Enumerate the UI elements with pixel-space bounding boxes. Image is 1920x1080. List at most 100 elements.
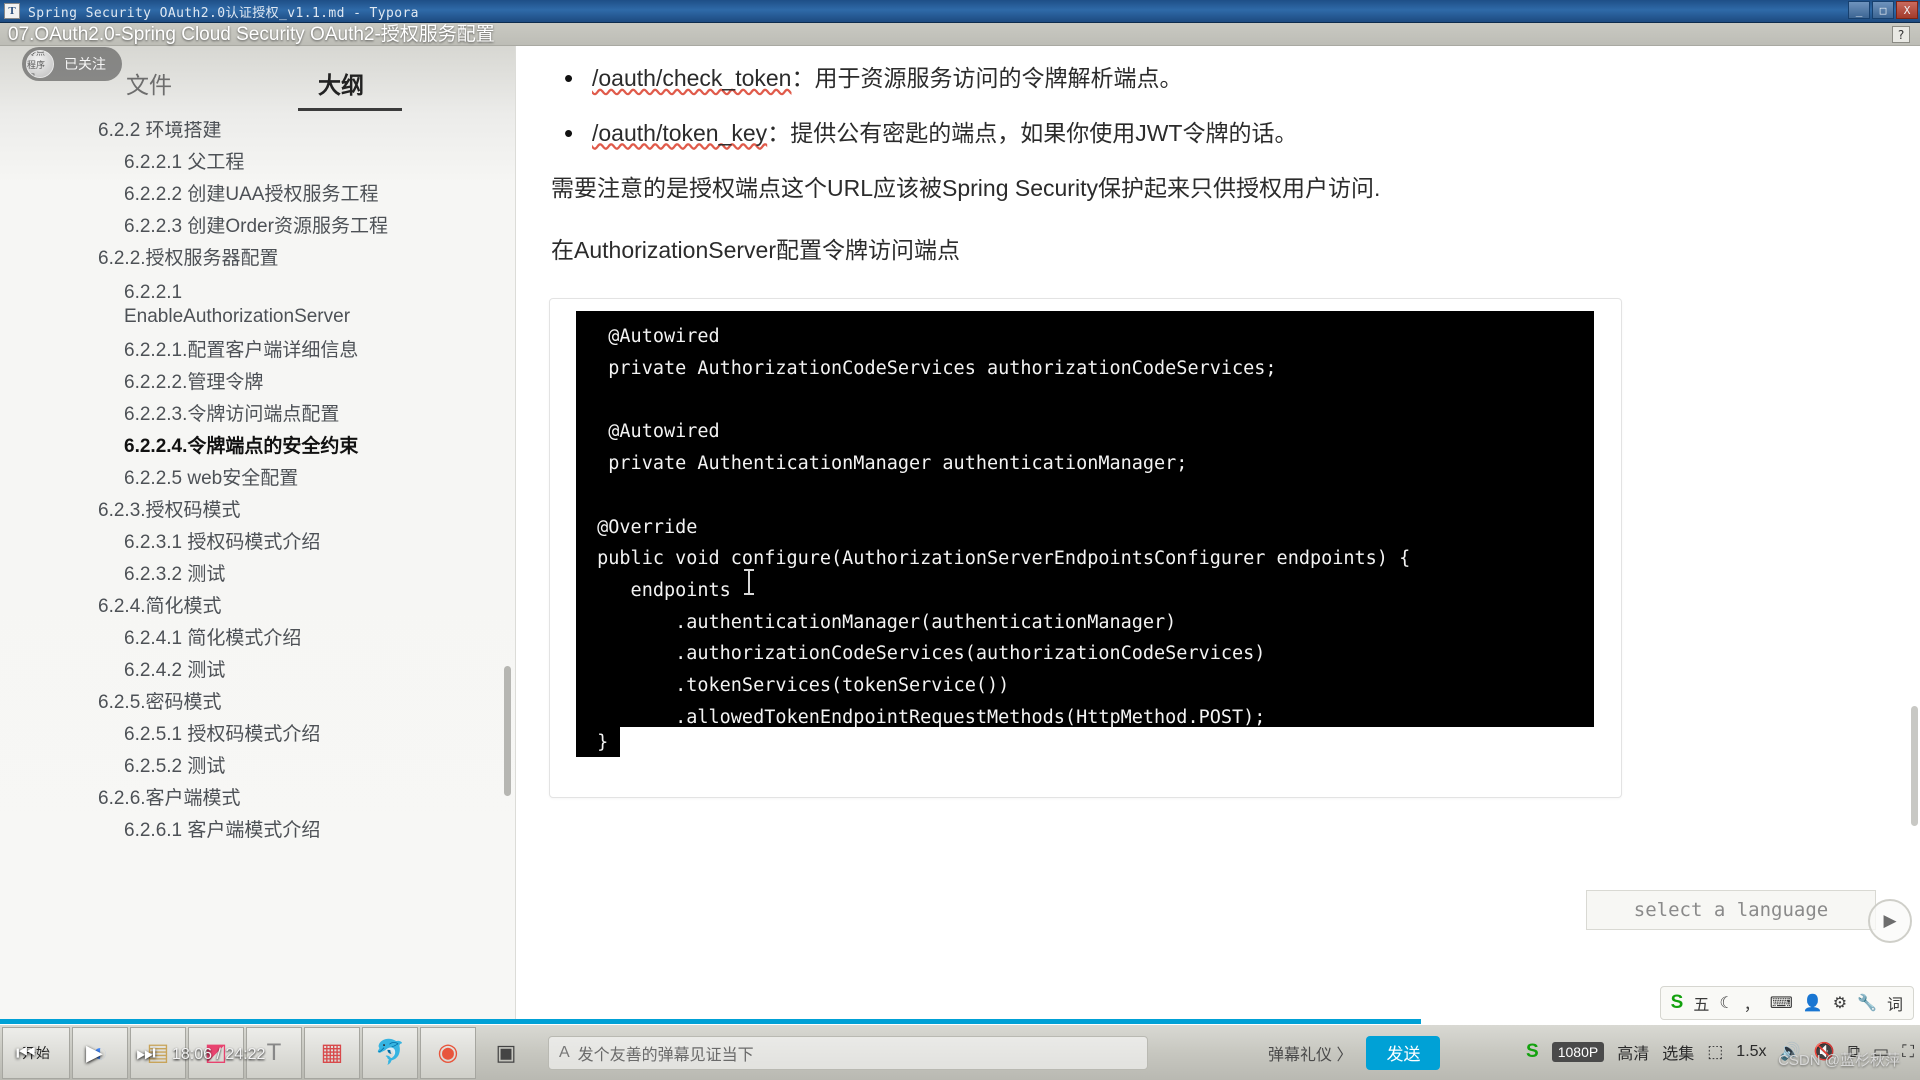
avatar-label: 零点程序员 — [27, 50, 46, 78]
play-button[interactable]: ▶ — [86, 1040, 103, 1066]
watermark-top-secondary: 零点程序员 — [1769, 51, 1900, 81]
content-scrollbar[interactable] — [1911, 706, 1918, 826]
language-select-input[interactable]: select a language — [1586, 890, 1876, 930]
markdown-document[interactable]: /oauth/check_token ： 用于资源服务访问的令牌解析端点。 /oau… — [516, 46, 1920, 1031]
help-icon[interactable]: ? — [1892, 26, 1910, 43]
outline-item[interactable]: 6.2.2.授权服务器配置 — [0, 249, 279, 268]
record-icon: ◉ — [437, 1039, 459, 1066]
window-controls: _ □ X — [1848, 1, 1918, 19]
speed-button[interactable]: 1.5x — [1736, 1043, 1766, 1061]
font-color-icon: A — [559, 1043, 570, 1061]
paragraph-config: 在AuthorizationServer配置令牌访问端点 — [551, 237, 960, 264]
taskbar-app-bilibili[interactable]: ◉ — [420, 1026, 476, 1079]
paragraph-note: 需要注意的是授权端点这个URL应该被Spring Security保护起来只供授… — [551, 174, 1381, 201]
outline-item[interactable]: 6.2.4.简化模式 — [0, 597, 222, 616]
outline-item[interactable]: 6.2.5.1 授权码模式介绍 — [0, 725, 320, 744]
code-block-container[interactable]: @Autowired private AuthorizationCodeServ… — [549, 298, 1622, 799]
minimize-button[interactable]: _ — [1848, 1, 1870, 19]
outline-list[interactable]: 6.2.2 环境搭建 6.2.2.1 父工程 6.2.2.2 创建UAA授权服务工程… — [0, 121, 516, 1021]
watermark-bottom: CSDN @蓝杉秋萍 — [1778, 1052, 1900, 1069]
quality-badge[interactable]: 1080P — [1551, 1042, 1605, 1062]
outline-item[interactable]: 6.2.2 环境搭建 — [0, 121, 222, 140]
danmu-input[interactable]: A 发个友善的弹幕见证当下 — [548, 1035, 1148, 1070]
sogou-status-icon[interactable]: S — [1526, 1041, 1539, 1063]
taskbar: 开始 ◐ ▤ ◩ T ▦ 🐬 ◉ ▣ A 发个友善的弹幕见证当下 弹幕礼仪 〉 — [0, 1024, 1920, 1080]
text-cursor-icon — [744, 569, 754, 596]
avatar: 零点程序员 — [26, 50, 54, 78]
app-body: 文件 大纲 6.2.2 环境搭建 6.2.2.1 父工程 6.2.2.2 创建UAA… — [0, 46, 1920, 1031]
tab-active-indicator — [298, 108, 402, 111]
code-block-tail[interactable]: } — [576, 727, 620, 758]
outline-item[interactable]: 6.2.6.1 客户端模式介绍 — [0, 821, 320, 840]
outline-item[interactable]: 6.2.2.5 web安全配置 — [0, 469, 298, 488]
endpoint-desc: 提供公有密匙的端点，如果你使用JWT令牌的话。 — [790, 119, 1298, 146]
moon-icon[interactable]: ☾ — [1719, 993, 1733, 1013]
typora-app-icon: T — [4, 3, 20, 19]
dolphin-icon: 🐬 — [375, 1039, 405, 1066]
ime-mode-label[interactable]: 五 — [1693, 991, 1709, 1015]
outline-item[interactable]: 6.2.6.客户端模式 — [0, 789, 241, 808]
tab-files[interactable]: 文件 — [126, 66, 172, 100]
taskbar-app-notepad[interactable]: ▦ — [304, 1026, 360, 1079]
start-button[interactable]: 开始 — [2, 1026, 70, 1079]
outline-item[interactable]: 6.2.2.4.令牌端点的安全约束 — [0, 437, 358, 456]
endpoint-sep: ： — [767, 119, 791, 146]
follow-pill[interactable]: 零点程序员 已关注 — [22, 47, 122, 81]
code-block[interactable]: @Autowired private AuthorizationCodeServ… — [576, 311, 1594, 728]
outline-item[interactable]: 6.2.5.2 测试 — [0, 757, 225, 776]
maximize-button[interactable]: □ — [1872, 1, 1894, 19]
outline-item[interactable]: 6.2.3.2 测试 — [0, 565, 225, 584]
tab-outline[interactable]: 大纲 — [318, 66, 364, 100]
outline-item[interactable]: 6.2.3.1 授权码模式介绍 — [0, 533, 320, 552]
send-button[interactable]: 发送 — [1366, 1035, 1441, 1070]
play-overlay-button[interactable]: ▶ — [1868, 899, 1912, 943]
video-time-display: 18:06 / 24:22 — [172, 1046, 265, 1064]
outline-item[interactable]: 6.2.3.授权码模式 — [0, 501, 241, 520]
camera-icon: ▣ — [495, 1039, 517, 1065]
endpoint-code: /oauth/token_key — [592, 119, 768, 146]
outline-item[interactable]: 6.2.2.1 父工程 — [0, 153, 244, 172]
ime-label: 词 — [1886, 997, 1903, 1014]
outline-item[interactable]: 6.2.2.3 创建Order资源服务工程 — [0, 217, 388, 236]
subtitle-icon[interactable]: ⬚ — [1707, 1042, 1723, 1062]
keyboard-icon[interactable]: ⌨ — [1770, 993, 1793, 1013]
endpoint-code: /oauth/check_token — [592, 65, 792, 91]
language-placeholder: select a language — [1633, 899, 1829, 921]
sogou-logo-icon: S — [1670, 992, 1684, 1013]
ime-toolbar[interactable]: S 五 ☾ ， ⌨ 👤 ⚙ 🔧 词 — [1659, 986, 1914, 1020]
quality-label[interactable]: 高清 — [1617, 1040, 1649, 1064]
danmu-placeholder: 发个友善的弹幕见证当下 — [577, 1046, 754, 1064]
total-duration: 24:22 — [225, 1046, 266, 1063]
taskbar-app-navicat[interactable]: 🐬 — [362, 1026, 418, 1079]
list-item: /oauth/token_key：提供公有密匙的端点，如果你使用JWT令牌的话。 — [564, 117, 1860, 149]
current-time: 18:06 — [172, 1046, 213, 1063]
previous-button[interactable]: ⏮ — [16, 1040, 36, 1066]
fullscreen-icon[interactable]: ⛶ — [1902, 1042, 1914, 1062]
typora-icon: T — [266, 1038, 282, 1066]
sidebar: 文件 大纲 6.2.2 环境搭建 6.2.2.1 父工程 6.2.2.2 创建UAA… — [0, 46, 516, 1031]
danmu-etiquette-link[interactable]: 弹幕礼仪 〉 — [1268, 1041, 1352, 1065]
outline-item[interactable]: 6.2.2.1.配置客户端详细信息 — [0, 341, 358, 360]
outline-item[interactable]: 6.2.2.1 EnableAuthorizationServer — [0, 281, 350, 329]
follow-status-label: 已关注 — [64, 56, 106, 72]
sidebar-scrollbar[interactable] — [504, 666, 511, 796]
video-title: 07.OAuth2.0-Spring Cloud Security OAuth2… — [8, 24, 495, 45]
next-button[interactable]: ⏭ — [136, 1040, 156, 1066]
outline-item[interactable]: 6.2.2.3.令牌访问端点配置 — [0, 405, 339, 424]
settings-icon[interactable]: ⚙ — [1833, 993, 1847, 1013]
taskbar-app-recorder[interactable]: ▣ — [478, 1027, 534, 1079]
outline-item[interactable]: 6.2.5.密码模式 — [0, 693, 222, 712]
notepad-icon: ▦ — [320, 1039, 344, 1066]
window-title: Spring Security OAuth2.0认证授权_v1.1.md - T… — [28, 5, 419, 21]
outline-item[interactable]: 6.2.2.2 创建UAA授权服务工程 — [0, 185, 378, 204]
comma-icon[interactable]: ， — [1744, 991, 1760, 1015]
outline-item[interactable]: 6.2.4.2 测试 — [0, 661, 225, 680]
episodes-button[interactable]: 选集 — [1662, 1040, 1694, 1064]
tools-icon[interactable]: 🔧 — [1857, 993, 1877, 1013]
watermark-top: 零点程序员 - — [1611, 57, 1780, 90]
outline-item[interactable]: 6.2.4.1 简化模式介绍 — [0, 629, 301, 648]
outline-item[interactable]: 6.2.2.2.管理令牌 — [0, 373, 263, 392]
close-button[interactable]: X — [1896, 1, 1918, 19]
endpoint-desc: 用于资源服务访问的令牌解析端点。 — [814, 65, 1183, 91]
user-icon[interactable]: 👤 — [1803, 993, 1823, 1013]
